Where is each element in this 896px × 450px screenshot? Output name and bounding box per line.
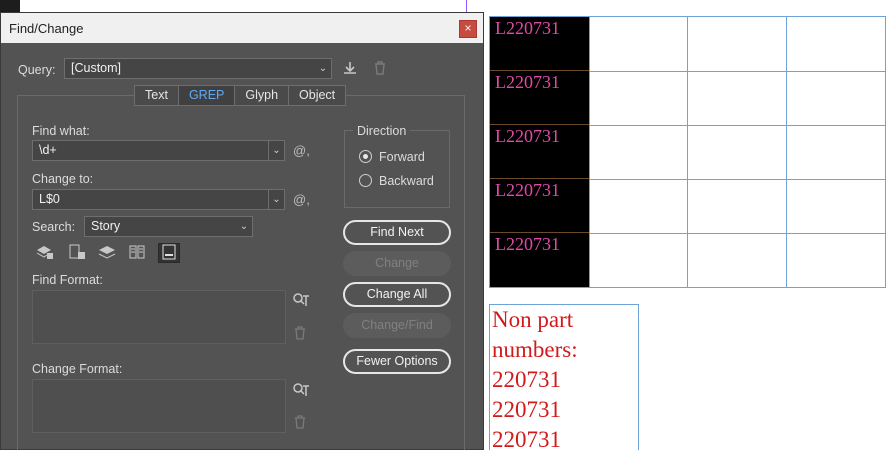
background-document-corner — [0, 0, 20, 12]
find-what-label: Find what: — [32, 124, 90, 138]
include-master-pages-icon[interactable] — [127, 244, 147, 262]
table-row-divider — [589, 125, 885, 126]
text-frame[interactable]: Non part numbers: 220731 220731 220731 — [489, 304, 639, 450]
cell-text: L220731 — [495, 234, 560, 254]
tab-text[interactable]: Text — [135, 86, 179, 105]
chevron-down-icon[interactable]: ⌄ — [268, 190, 284, 209]
find-next-button[interactable]: Find Next — [343, 220, 451, 245]
table-row-divider — [589, 179, 885, 180]
include-locked-stories-icon[interactable] — [67, 244, 87, 262]
change-all-button[interactable]: Change All — [343, 282, 451, 307]
table-cell[interactable]: L220731 — [490, 17, 589, 71]
table-column-divider — [786, 17, 787, 287]
query-select[interactable]: [Custom] ⌄ — [64, 58, 332, 79]
text-line: 220731 — [492, 397, 561, 422]
search-scope-value: Story — [91, 219, 121, 233]
dialog-title: Find/Change — [9, 21, 84, 36]
text-line: 220731 — [492, 367, 561, 392]
cell-text: L220731 — [495, 126, 560, 146]
forward-radio[interactable] — [359, 150, 372, 163]
table-column-divider — [589, 17, 590, 287]
backward-label[interactable]: Backward — [379, 174, 434, 188]
document-table[interactable]: L220731 L220731 L220731 L220731 L220731 — [489, 16, 886, 288]
table-cell[interactable]: L220731 — [490, 125, 589, 179]
search-label: Search: — [32, 220, 76, 234]
specify-find-format-icon[interactable] — [292, 292, 310, 311]
change-format-box[interactable] — [32, 379, 286, 433]
search-scope-select[interactable]: Story ⌄ — [84, 216, 253, 237]
cell-text: L220731 — [495, 180, 560, 200]
fewer-options-button[interactable]: Fewer Options — [343, 349, 451, 374]
chevron-down-icon: ⌄ — [318, 63, 328, 74]
close-button[interactable]: × — [459, 20, 477, 38]
change-format-label: Change Format: — [32, 362, 123, 376]
cell-text: L220731 — [495, 18, 560, 38]
clear-find-format-icon[interactable] — [294, 326, 306, 343]
table-cell[interactable]: L220731 — [490, 179, 589, 233]
find-change-dialog: Find/Change × Query: [Custom] ⌄ Text GRE… — [0, 12, 484, 450]
special-characters-change-icon[interactable]: @, — [293, 192, 310, 207]
find-what-value: \d+ — [39, 143, 57, 157]
direction-group — [344, 130, 450, 208]
include-locked-layers-icon[interactable] — [35, 244, 55, 262]
forward-label[interactable]: Forward — [379, 150, 425, 164]
save-query-icon[interactable] — [342, 60, 358, 79]
change-to-label: Change to: — [32, 172, 94, 186]
special-characters-find-icon[interactable]: @, — [293, 143, 310, 158]
query-label: Query: — [18, 63, 56, 77]
change-to-value: L$0 — [39, 192, 60, 206]
tab-object[interactable]: Object — [289, 86, 346, 105]
table-row-divider — [589, 233, 885, 234]
table-row-divider — [589, 71, 885, 72]
chevron-down-icon: ⌄ — [239, 221, 249, 232]
specify-change-format-icon[interactable] — [292, 382, 310, 401]
table-cell[interactable]: L220731 — [490, 233, 589, 287]
text-line: 220731 — [492, 427, 561, 450]
text-line: numbers: — [492, 337, 578, 362]
cell-text: L220731 — [495, 72, 560, 92]
find-format-label: Find Format: — [32, 273, 103, 287]
clear-change-format-icon[interactable] — [294, 415, 306, 432]
direction-title: Direction — [353, 124, 411, 138]
search-type-tabs: Text GREP Glyph Object — [134, 85, 347, 106]
include-hidden-layers-icon[interactable] — [97, 244, 117, 262]
table-column-divider — [687, 17, 688, 287]
dialog-titlebar[interactable]: Find/Change × — [1, 13, 483, 43]
tab-grep[interactable]: GREP — [178, 86, 236, 105]
change-to-input[interactable]: L$0 ⌄ — [32, 189, 285, 210]
include-footnotes-icon[interactable] — [158, 243, 180, 263]
tab-glyph[interactable]: Glyph — [235, 86, 290, 105]
find-what-input[interactable]: \d+ ⌄ — [32, 140, 285, 161]
change-find-button[interactable]: Change/Find — [343, 313, 451, 338]
query-value: [Custom] — [71, 61, 122, 75]
text-line: Non part — [492, 307, 574, 332]
backward-radio[interactable] — [359, 174, 372, 187]
find-format-box[interactable] — [32, 290, 286, 344]
delete-query-icon[interactable] — [373, 60, 387, 79]
change-button[interactable]: Change — [343, 251, 451, 276]
table-cell[interactable]: L220731 — [490, 71, 589, 125]
chevron-down-icon[interactable]: ⌄ — [268, 141, 284, 160]
